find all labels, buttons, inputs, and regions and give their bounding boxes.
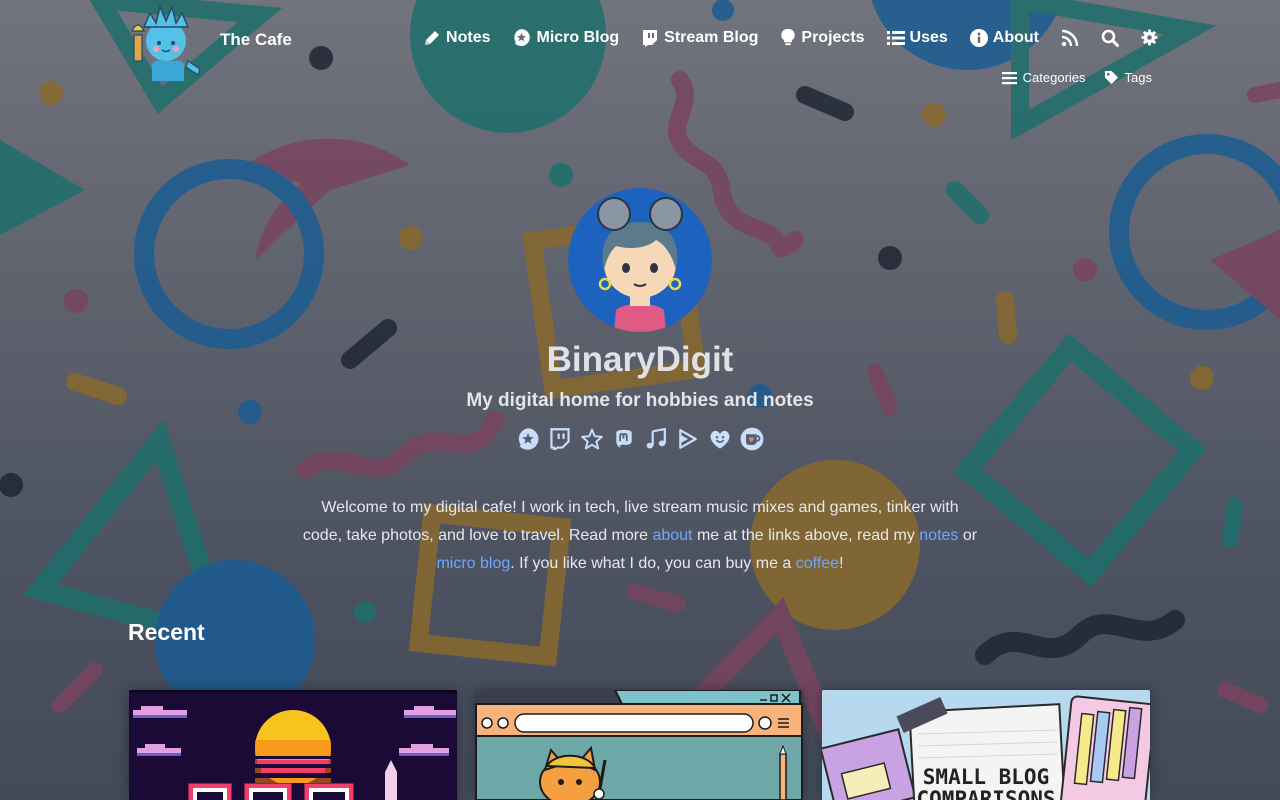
tag-icon <box>1104 70 1118 85</box>
twitch-icon <box>550 428 570 450</box>
recent-post-card[interactable] <box>475 690 803 800</box>
info-icon <box>969 28 988 47</box>
nav-label: Stream Blog <box>664 28 759 46</box>
nav-about[interactable]: About <box>969 28 1039 47</box>
social-heart-link[interactable] <box>708 426 732 452</box>
star-icon <box>581 428 603 450</box>
recent-post-card[interactable] <box>129 690 457 800</box>
lightbulb-icon <box>781 28 796 46</box>
kofi-cup-icon <box>740 427 764 451</box>
tags-label: Tags <box>1124 70 1152 85</box>
social-links <box>0 426 1280 452</box>
micro-blog-link[interactable]: micro blog <box>436 555 510 572</box>
about-link[interactable]: about <box>652 527 692 544</box>
intro-paragraph: Welcome to my digital cafe! I work in te… <box>300 494 980 578</box>
intro-text: or <box>958 527 978 544</box>
smiley-heart-icon <box>710 430 730 449</box>
social-music-link[interactable] <box>644 426 668 452</box>
music-note-icon <box>646 428 666 449</box>
site-tagline: My digital home for hobbies and notes <box>466 390 814 411</box>
notes-link[interactable]: notes <box>919 527 958 544</box>
intro-text: . If you like what I do, you can buy me … <box>510 555 796 572</box>
nav-label: About <box>992 28 1039 46</box>
statue-of-liberty-cartoon-icon <box>131 4 201 81</box>
cartoon-avatar-girl-icon <box>568 188 712 332</box>
main-nav: Notes Micro Blog Stream Blog Projects Us… <box>423 28 1158 47</box>
synthwave-pixel-sunset-image <box>129 690 457 800</box>
site-owner-name: BinaryDigit <box>546 340 734 379</box>
social-video-link[interactable] <box>676 426 700 452</box>
nav-stream-blog[interactable]: Stream Blog <box>641 29 758 47</box>
menu-icon <box>1001 71 1017 84</box>
twitch-icon <box>643 29 658 47</box>
social-kofi-link[interactable] <box>740 426 764 452</box>
coffee-link[interactable]: coffee <box>796 555 839 572</box>
recent-heading: Recent <box>128 619 205 645</box>
nav-label: Projects <box>801 28 865 46</box>
nav-label: Notes <box>446 28 491 46</box>
nav-label: Uses <box>909 28 948 46</box>
social-mastodon-link[interactable] <box>612 426 636 452</box>
nav-uses[interactable]: Uses <box>886 28 948 47</box>
nav-label: Micro Blog <box>536 28 620 46</box>
intro-text: ! <box>839 555 844 572</box>
rss-link[interactable] <box>1061 29 1079 47</box>
nav-micro-blog[interactable]: Micro Blog <box>512 28 619 47</box>
star-bubble-icon <box>513 28 531 47</box>
settings-button[interactable] <box>1141 29 1158 46</box>
site-brand[interactable]: The Cafe <box>126 0 292 86</box>
play-forward-icon <box>679 429 697 449</box>
tags-link[interactable]: Tags <box>1104 70 1152 85</box>
categories-label: Categories <box>1022 70 1086 85</box>
nav-notes[interactable]: Notes <box>423 29 490 47</box>
star-bubble-icon <box>517 428 539 450</box>
card-art-title-line1: SMALL BLOG <box>923 765 1049 789</box>
pencil-icon <box>425 30 440 45</box>
rss-icon <box>1061 29 1079 46</box>
notebook-illustration-image: SMALL BLOG COMPARISONS <box>822 690 1150 800</box>
list-icon <box>886 30 905 45</box>
social-twitch-link[interactable] <box>548 426 572 452</box>
mastodon-icon <box>616 429 632 448</box>
recent-post-card[interactable]: SMALL BLOG COMPARISONS <box>822 690 1150 800</box>
intro-text: me at the links above, read my <box>692 527 920 544</box>
gear-icon <box>1141 29 1158 46</box>
search-button[interactable] <box>1101 29 1119 47</box>
social-star-link[interactable] <box>580 426 604 452</box>
secondary-nav: Categories Tags <box>1001 70 1152 85</box>
nav-projects[interactable]: Projects <box>780 28 865 47</box>
social-micro-blog-link[interactable] <box>516 426 540 452</box>
profile-avatar <box>568 188 712 332</box>
retro-browser-cat-image <box>475 690 803 800</box>
card-art-title-line2: COMPARISONS <box>916 787 1055 800</box>
categories-link[interactable]: Categories <box>1001 70 1086 85</box>
site-title: The Cafe <box>220 30 292 49</box>
search-icon <box>1101 29 1119 47</box>
